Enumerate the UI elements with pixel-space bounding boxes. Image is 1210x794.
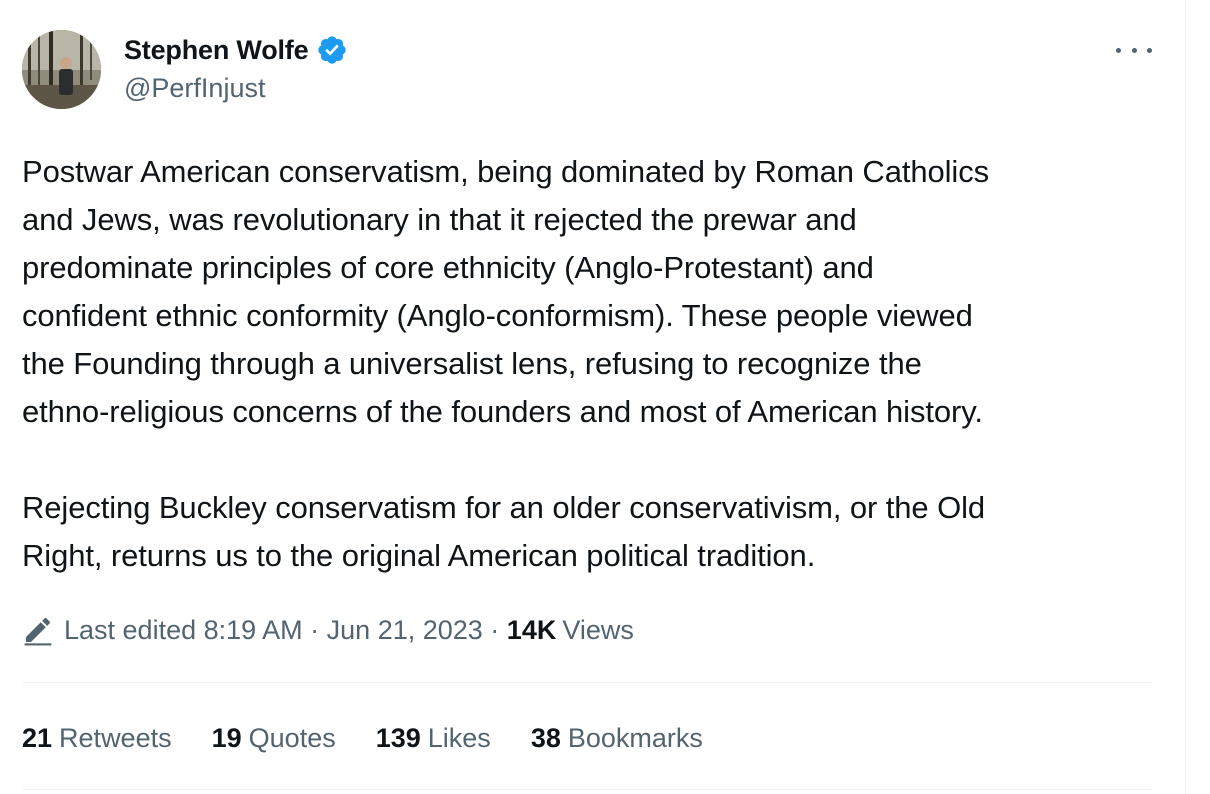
stat-bookmarks[interactable]: 38 Bookmarks xyxy=(531,723,703,754)
avatar[interactable] xyxy=(22,30,101,109)
stat-count: 139 xyxy=(375,722,421,753)
stat-retweets[interactable]: 21 Retweets xyxy=(22,723,172,754)
divider xyxy=(22,682,1153,683)
verified-badge-icon[interactable] xyxy=(316,34,348,66)
divider xyxy=(22,789,1153,790)
timeline-border xyxy=(1185,0,1186,794)
tweet-line: Rejecting Buckley conservatism for an ol… xyxy=(22,490,986,525)
more-dot xyxy=(1131,47,1137,53)
views-label: Views xyxy=(562,614,634,645)
tweet-text: Postwar American conservatism, being dom… xyxy=(22,148,1172,580)
tweet-line: and Jews, was revolutionary in that it r… xyxy=(22,202,857,237)
tweet-line: Right, returns us to the original Americ… xyxy=(22,538,816,573)
author-name-row[interactable]: Stephen Wolfe xyxy=(124,32,348,68)
more-dot xyxy=(1147,47,1152,53)
stat-count: 38 xyxy=(530,722,561,753)
avatar-photo xyxy=(22,30,101,109)
tweet-line: Postwar American conservatism, being dom… xyxy=(22,154,990,189)
stat-label: Retweets xyxy=(59,722,172,753)
stat-label: Quotes xyxy=(248,722,336,753)
engagement-stats: 21 Retweets 19 Quotes 139 Likes 38 Bookm… xyxy=(22,716,743,760)
author-display-name[interactable]: Stephen Wolfe xyxy=(124,35,309,66)
more-options-icon[interactable] xyxy=(1116,38,1152,62)
stat-count: 19 xyxy=(211,722,242,753)
stat-likes[interactable]: 139 Likes xyxy=(376,723,491,754)
tweet-meta: Last edited 8:19 AM · Jun 21, 2023 · 14K… xyxy=(22,610,634,650)
pencil-icon[interactable] xyxy=(22,614,54,646)
author-handle[interactable]: @PerfInjust xyxy=(124,73,265,104)
more-dot xyxy=(1116,47,1121,53)
tweet-line: confident ethnic conformity (Anglo-confo… xyxy=(22,298,973,333)
tweet-line: the Founding through a universalist lens… xyxy=(22,346,922,381)
views-count: 14K xyxy=(506,614,557,645)
edited-timestamp[interactable]: Last edited 8:19 AM · Jun 21, 2023 · xyxy=(64,615,507,646)
stat-label: Bookmarks xyxy=(567,722,703,753)
tweet-line: predominate principles of core ethnicity… xyxy=(22,250,874,285)
stat-count: 21 xyxy=(22,722,53,753)
tweet-line: ethno-religious concerns of the founders… xyxy=(22,394,983,429)
stat-label: Likes xyxy=(427,722,491,753)
stat-quotes[interactable]: 19 Quotes xyxy=(212,723,336,754)
